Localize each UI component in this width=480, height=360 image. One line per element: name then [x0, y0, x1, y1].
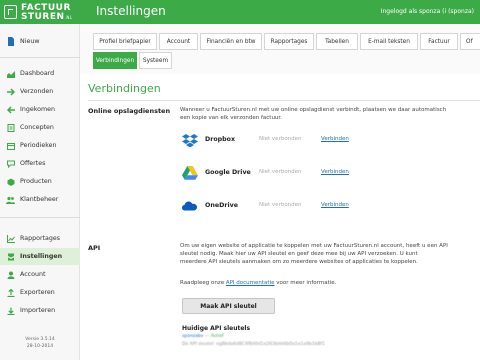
tab-profiel-briefpapier[interactable]: Profiel briefpapier — [93, 33, 157, 50]
draft-icon — [6, 123, 15, 132]
sidebar-item-producten[interactable]: Producten — [0, 173, 80, 190]
sidebar-item-exporteren[interactable]: Exporteren — [0, 284, 80, 301]
sidebar-item-label: Periodieken — [20, 142, 57, 149]
sidebar-item-label: Rapportages — [20, 235, 61, 242]
calendar-icon — [6, 141, 15, 150]
page-heading: Instellingen — [96, 4, 166, 18]
sidebar-item-label: Concepten — [20, 124, 54, 131]
google-drive-icon — [182, 166, 198, 180]
sidebar-item-label: Instellingen — [20, 253, 63, 260]
user-info[interactable]: Ingelogd als sponza (i (sponza) — [381, 8, 474, 15]
tab-rapportages[interactable]: Rapportages — [264, 33, 314, 50]
connect-dropbox-link[interactable]: Verbinden — [321, 136, 349, 142]
sidebar-item-label: Nieuw — [20, 38, 40, 45]
sidebar-item-label: Dashboard — [20, 70, 55, 77]
section-title: Verbindingen — [88, 82, 161, 95]
api-label: API — [88, 244, 101, 252]
tab-financien-btw[interactable]: Financiën en btw — [200, 33, 262, 50]
logo-icon — [4, 5, 17, 19]
sidebar-item-label: Klantbeheer — [20, 196, 59, 203]
current-api-keys-title: Huidige API sleutels — [182, 325, 251, 332]
connect-google-drive-link[interactable]: Verbinden — [321, 169, 349, 175]
inbox-icon — [6, 105, 15, 114]
service-name: Dropbox — [205, 136, 236, 143]
sidebar-divider — [0, 217, 80, 218]
tab-account[interactable]: Account — [159, 33, 198, 50]
sidebar-item-label: Verzonden — [20, 88, 54, 95]
tab-systeem[interactable]: Systeem — [139, 52, 172, 69]
connection-status: Niet verbonden — [259, 202, 302, 208]
api-docs-note: Raadpleeg onze API documentatie voor mee… — [180, 280, 337, 286]
account-icon — [6, 270, 15, 279]
api-key-value: De API sleutel: eg8bda6d8C4f8d0d1e263bdd… — [182, 342, 325, 347]
sidebar-item-periodieken[interactable]: Periodieken — [0, 137, 80, 154]
sidebar-item-label: Producten — [20, 178, 52, 185]
connect-onedrive-link[interactable]: Verbinden — [321, 202, 349, 208]
settings-icon — [6, 252, 15, 261]
api-description: Om uw eigen website of applicatie te kop… — [180, 243, 448, 265]
title-divider — [88, 100, 480, 101]
sidebar-item-concepten[interactable]: Concepten — [0, 119, 80, 136]
online-storage-label: Online opslagdiensten — [88, 107, 171, 115]
sidebar-item-instellingen[interactable]: Instellingen — [0, 248, 80, 265]
sidebar-item-label: Importeren — [20, 307, 56, 314]
logo-text-line2: STUREN.NL — [21, 12, 73, 22]
service-row-onedrive: OneDrive Niet verbonden Verbinden — [180, 198, 380, 216]
product-icon — [6, 177, 15, 186]
tab-verbindingen[interactable]: Verbindingen — [93, 52, 137, 69]
settings-tabs: Profiel briefpapier Account Financiën en… — [80, 24, 480, 74]
sidebar-item-label: Offertes — [20, 160, 46, 167]
sidebar-item-dashboard[interactable]: Dashboard — [0, 65, 80, 82]
sidebar-item-new[interactable]: Nieuw — [0, 33, 80, 50]
report-icon — [6, 234, 15, 243]
sidebar-item-label: Ingekomen — [20, 106, 55, 113]
api-key-name[interactable]: sponzabv — [182, 334, 203, 339]
sidebar-divider — [0, 57, 80, 58]
send-icon — [6, 87, 15, 96]
dropbox-icon — [182, 133, 198, 148]
api-key-status: Actief — [210, 334, 224, 339]
tab-offertes[interactable]: Of — [460, 33, 480, 50]
import-icon — [6, 306, 15, 315]
sidebar-item-rapportages[interactable]: Rapportages — [0, 230, 80, 247]
api-documentation-link[interactable]: API documentatie — [226, 280, 275, 286]
customers-icon — [6, 195, 15, 204]
onedrive-icon — [182, 199, 198, 213]
sidebar-item-verzonden[interactable]: Verzonden — [0, 83, 80, 100]
top-bar: FACTUUR STUREN.NL Instellingen Ingelogd … — [0, 0, 480, 24]
tab-tabellen[interactable]: Tabellen — [316, 33, 358, 50]
version-number: Versie 3.5.14 — [25, 337, 55, 342]
main-content: Verbindingen Online opslagdiensten Wanne… — [80, 74, 480, 360]
sidebar: Nieuw Dashboard Verzonden Ingekomen Conc… — [0, 24, 80, 360]
export-icon — [6, 288, 15, 297]
tab-factuur[interactable]: Factuur — [420, 33, 458, 50]
service-name: Google Drive — [205, 169, 251, 176]
new-document-icon — [6, 37, 15, 46]
service-row-dropbox: Dropbox Niet verbonden Verbinden — [180, 132, 380, 150]
app-logo[interactable]: FACTUUR STUREN.NL — [4, 3, 84, 22]
connection-status: Niet verbonden — [259, 169, 302, 175]
service-row-google-drive: Google Drive Niet verbonden Verbinden — [180, 165, 380, 183]
sidebar-item-importeren[interactable]: Importeren — [0, 302, 80, 319]
sidebar-item-account[interactable]: Account — [0, 266, 80, 283]
api-key-entry: sponzabv — Actief — [182, 334, 224, 339]
sidebar-item-label: Account — [20, 271, 46, 278]
dashboard-icon — [6, 69, 15, 78]
connection-status: Niet verbonden — [259, 136, 302, 142]
online-storage-description: Wanneer u FactuurSturen.nl met uw online… — [180, 107, 447, 121]
sidebar-item-offertes[interactable]: Offertes — [0, 155, 80, 172]
tab-email-teksten[interactable]: E-mail teksten — [360, 33, 418, 50]
quote-icon — [6, 159, 15, 168]
service-name: OneDrive — [205, 202, 238, 209]
create-api-key-button[interactable]: Maak API sleutel — [182, 298, 275, 314]
sidebar-item-label: Exporteren — [20, 289, 55, 296]
sidebar-item-klantbeheer[interactable]: Klantbeheer — [0, 191, 80, 208]
sidebar-item-ingekomen[interactable]: Ingekomen — [0, 101, 80, 118]
version-date: 28-10-2014 — [26, 344, 54, 349]
